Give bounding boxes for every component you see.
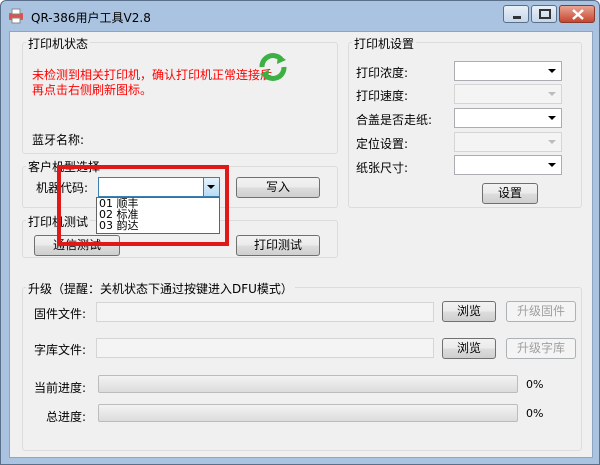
printer-app-icon (8, 8, 24, 24)
minimize-button[interactable] (503, 5, 529, 23)
settings-label-position: 定位设置: (356, 137, 409, 151)
position-select[interactable] (454, 132, 562, 152)
density-select[interactable] (454, 61, 562, 81)
chevron-down-icon (548, 163, 556, 167)
chevron-down-icon (548, 140, 556, 144)
firmware-file-input[interactable] (96, 302, 434, 322)
lid-feed-select[interactable] (454, 108, 562, 128)
upgrade-title: 升级（提醒：关机状态下通过按键进入DFU模式） (26, 280, 295, 297)
chevron-down-icon (548, 69, 556, 73)
refresh-icon[interactable] (256, 50, 290, 84)
printer-status-title: 打印机状态 (26, 35, 91, 52)
current-progress-value: 0% (526, 378, 544, 391)
printer-settings-title: 打印机设置 (352, 35, 417, 52)
close-button[interactable] (559, 5, 595, 23)
font-file-input[interactable] (96, 338, 434, 358)
minimize-icon (513, 16, 521, 19)
chevron-down-icon (548, 92, 556, 96)
total-progress-label: 总进度: (46, 410, 87, 424)
settings-label-paper-size: 纸张尺寸: (356, 161, 409, 175)
printer-warning-text: 未检测到相关打印机，确认打印机正常连接后再点击右侧刷新图标。 (32, 68, 273, 97)
bluetooth-name-label: 蓝牙名称: (32, 133, 85, 147)
print-test-button[interactable]: 打印测试 (236, 235, 320, 256)
client-area: 打印机状态 未检测到相关打印机，确认打印机正常连接后再点击右侧刷新图标。 蓝牙名… (9, 31, 593, 458)
upgrade-firmware-button[interactable]: 升级固件 (506, 301, 576, 322)
upgrade-font-button[interactable]: 升级字库 (506, 338, 576, 359)
title-bar[interactable]: QR-386用户工具V2.8 (1, 1, 599, 31)
highlight-box (57, 165, 229, 246)
main-window: QR-386用户工具V2.8 打印机状态 未检测到相关打印机，确认打印机正常连接… (0, 0, 600, 465)
total-progress-value: 0% (526, 407, 544, 420)
close-icon (572, 9, 584, 20)
write-button[interactable]: 写入 (236, 177, 320, 198)
current-progress-label: 当前进度: (34, 381, 87, 395)
settings-label-speed: 打印速度: (356, 89, 409, 103)
window-title: QR-386用户工具V2.8 (31, 11, 151, 25)
settings-apply-button[interactable]: 设置 (482, 183, 538, 204)
font-file-label: 字库文件: (34, 343, 87, 357)
current-progress-bar (98, 375, 518, 393)
maximize-button[interactable] (531, 5, 557, 23)
font-browse-button[interactable]: 浏览 (442, 338, 496, 359)
firmware-file-label: 固件文件: (34, 307, 87, 321)
chevron-down-icon (548, 116, 556, 120)
firmware-browse-button[interactable]: 浏览 (442, 301, 496, 322)
settings-label-density: 打印浓度: (356, 66, 409, 80)
settings-label-lid-feed: 合盖是否走纸: (356, 113, 433, 127)
speed-select[interactable] (454, 84, 562, 104)
total-progress-bar (98, 404, 518, 422)
maximize-icon (539, 9, 551, 19)
paper-size-select[interactable] (454, 155, 562, 175)
